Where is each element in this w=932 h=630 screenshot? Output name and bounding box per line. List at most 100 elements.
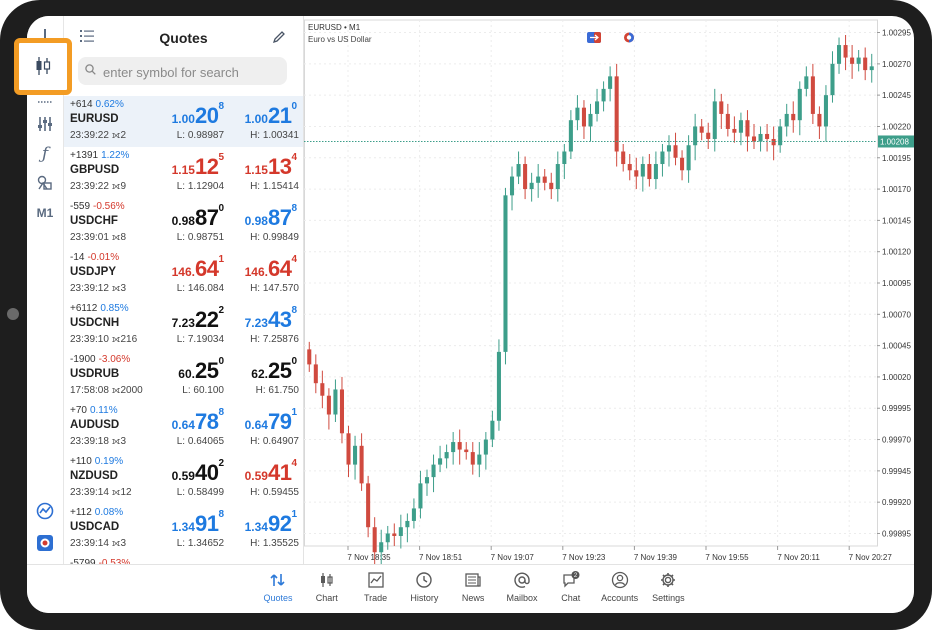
quote-change: -14 -0.01% xyxy=(70,252,119,263)
quote-spread: 216 xyxy=(120,334,138,345)
ask-price-big: 21 xyxy=(267,103,292,128)
x-axis-label: 7 Nov 18:35 xyxy=(347,553,391,562)
candle-body xyxy=(640,164,645,177)
ask-price[interactable]: 7.23438 xyxy=(244,305,297,333)
nav-chat[interactable]: 2 Chat xyxy=(547,571,595,609)
candle-body xyxy=(797,88,802,121)
candle-body xyxy=(562,151,567,165)
ask-price[interactable]: 0.59414 xyxy=(245,458,297,486)
ask-price[interactable]: 1.34921 xyxy=(245,509,297,537)
candle-body xyxy=(392,533,397,536)
trading-signals-icon[interactable] xyxy=(27,499,63,523)
candle-body xyxy=(680,157,685,171)
bid-price[interactable]: 60.250 xyxy=(178,356,224,384)
chart-mode-highlight-box[interactable] xyxy=(14,38,72,95)
ask-price-big: 92 xyxy=(267,511,292,536)
ask-price[interactable]: 0.64791 xyxy=(245,407,297,435)
quote-high: H: 61.750 xyxy=(255,385,299,396)
quote-change-percent: 0.19% xyxy=(94,456,124,467)
x-axis-label: 7 Nov 19:07 xyxy=(491,553,535,562)
app-screen: ƒ M1 Quotes +6140.62% EURUSD 23:39:22 ⟗2… xyxy=(27,16,914,613)
quote-spread: 2000 xyxy=(120,385,143,396)
quote-time: 23:39:18 ⟗3 xyxy=(70,436,126,447)
indicators-sliders-icon[interactable] xyxy=(27,112,63,136)
candle-body xyxy=(353,445,358,465)
y-axis-label: 1.00195 xyxy=(882,154,911,163)
bid-price[interactable]: 1.15125 xyxy=(172,152,224,180)
ask-price[interactable]: 0.98878 xyxy=(245,203,297,231)
nav-label: News xyxy=(461,593,485,603)
quote-time-value: 23:39:22 xyxy=(70,130,109,141)
bid-price[interactable]: 146.641 xyxy=(172,254,224,282)
quote-time-value: 23:39:18 xyxy=(70,436,109,447)
quote-change-percent: -3.06% xyxy=(98,354,131,365)
quote-row[interactable]: +6112 0.85% USDCNH 23:39:10 ⟗216 7.23222 … xyxy=(64,300,303,351)
candle-body xyxy=(398,527,403,536)
nav-history[interactable]: History xyxy=(400,571,448,609)
bid-price[interactable]: 1.00208 xyxy=(172,101,224,129)
quote-row[interactable]: -5799 -0.53% xyxy=(64,555,303,564)
quote-time-value: 23:39:12 xyxy=(70,283,109,294)
ask-price[interactable]: 62.250 xyxy=(251,356,297,384)
objects-shapes-icon[interactable] xyxy=(27,171,63,195)
quote-row[interactable]: +112 0.08% USDCAD 23:39:14 ⟗3 1.34918 1.3… xyxy=(64,504,303,555)
quote-row[interactable]: +1391 1.22% GBPUSD 23:39:22 ⟗9 1.15125 1.… xyxy=(64,147,303,198)
candle-body xyxy=(666,145,672,152)
bid-price-big: 40 xyxy=(194,460,219,485)
bid-price-prefix: 0.59 xyxy=(171,469,195,483)
ask-price[interactable]: 1.15134 xyxy=(245,152,297,180)
nav-trade[interactable]: Trade xyxy=(352,571,400,609)
timeframe-button[interactable]: M1 xyxy=(27,201,63,225)
bid-price-pip: 2 xyxy=(218,458,224,469)
candle-body xyxy=(320,383,325,396)
bid-price[interactable]: 0.59402 xyxy=(171,458,224,486)
nav-chart[interactable]: Chart xyxy=(303,571,351,609)
quote-row[interactable]: +614 0.62% EURUSD 23:39:22 ⟗2 1.00208 1.0… xyxy=(64,96,303,147)
symbol-search-box[interactable] xyxy=(78,57,287,87)
candle-body xyxy=(326,395,331,415)
bid-price[interactable]: 0.64788 xyxy=(172,407,224,435)
market-logo-icon[interactable] xyxy=(27,531,63,555)
quote-row[interactable]: -559 -0.56% USDCHF 23:39:01 ⟗8 0.98870 0.… xyxy=(64,198,303,249)
candle-body xyxy=(581,107,586,127)
ask-price-big: 41 xyxy=(267,460,292,485)
candle-body xyxy=(791,113,796,121)
quote-spread: 2 xyxy=(120,130,127,141)
function-f-icon[interactable]: ƒ xyxy=(27,142,63,166)
ask-price-pip: 4 xyxy=(291,458,297,469)
ask-price-pip: 0 xyxy=(291,356,297,367)
bid-price-big: 12 xyxy=(194,154,219,179)
quote-change-points: +614 xyxy=(70,99,93,110)
bid-price[interactable]: 7.23222 xyxy=(172,305,224,333)
quote-row[interactable]: -14 -0.01% USDJPY 23:39:12 ⟗3 146.641 146… xyxy=(64,249,303,300)
ask-price-prefix: 1.00 xyxy=(244,112,268,126)
quote-row[interactable]: +70 0.11% AUDUSD 23:39:18 ⟗3 0.64788 0.64… xyxy=(64,402,303,453)
candle-body xyxy=(621,151,626,165)
candle-body xyxy=(804,76,809,89)
one-click-trading-icon[interactable] xyxy=(587,32,601,43)
nav-settings[interactable]: Settings xyxy=(644,571,692,609)
search-input[interactable] xyxy=(101,57,285,87)
candle-body xyxy=(758,133,763,142)
nav-accounts[interactable]: Accounts xyxy=(596,571,644,609)
candle-body xyxy=(627,164,632,171)
ask-price[interactable]: 1.00210 xyxy=(244,101,297,129)
ask-price[interactable]: 146.644 xyxy=(245,254,297,282)
nav-mailbox[interactable]: Mailbox xyxy=(498,571,546,609)
edit-pencil-icon[interactable] xyxy=(272,30,286,44)
quote-row[interactable]: +110 0.19% NZDUSD 23:39:14 ⟗12 0.59402 0.… xyxy=(64,453,303,504)
ask-price-prefix: 7.23 xyxy=(244,316,268,330)
market-status-icon[interactable] xyxy=(622,32,636,43)
bid-price[interactable]: 1.34918 xyxy=(172,509,224,537)
nav-quotes[interactable]: Quotes xyxy=(254,571,302,609)
quote-row[interactable]: -1900 -3.06% USDRUB 17:58:08 ⟗2000 60.250… xyxy=(64,351,303,402)
price-chart[interactable]: 7 Nov 18:35 7 Nov 18:51 7 Nov 19:07 7 Nov 1… xyxy=(304,16,914,568)
bid-price[interactable]: 0.98870 xyxy=(172,203,224,231)
quote-change-percent: 1.22% xyxy=(101,150,130,161)
candle-body xyxy=(523,164,528,190)
candle-body xyxy=(418,483,423,509)
candlestick-chart-svg[interactable]: 7 Nov 18:35 7 Nov 18:51 7 Nov 19:07 7 Nov 1… xyxy=(304,16,914,568)
quote-high: H: 1.35525 xyxy=(250,538,299,549)
nav-news[interactable]: News xyxy=(449,571,497,609)
quote-time: 23:39:22 ⟗2 xyxy=(70,130,126,141)
